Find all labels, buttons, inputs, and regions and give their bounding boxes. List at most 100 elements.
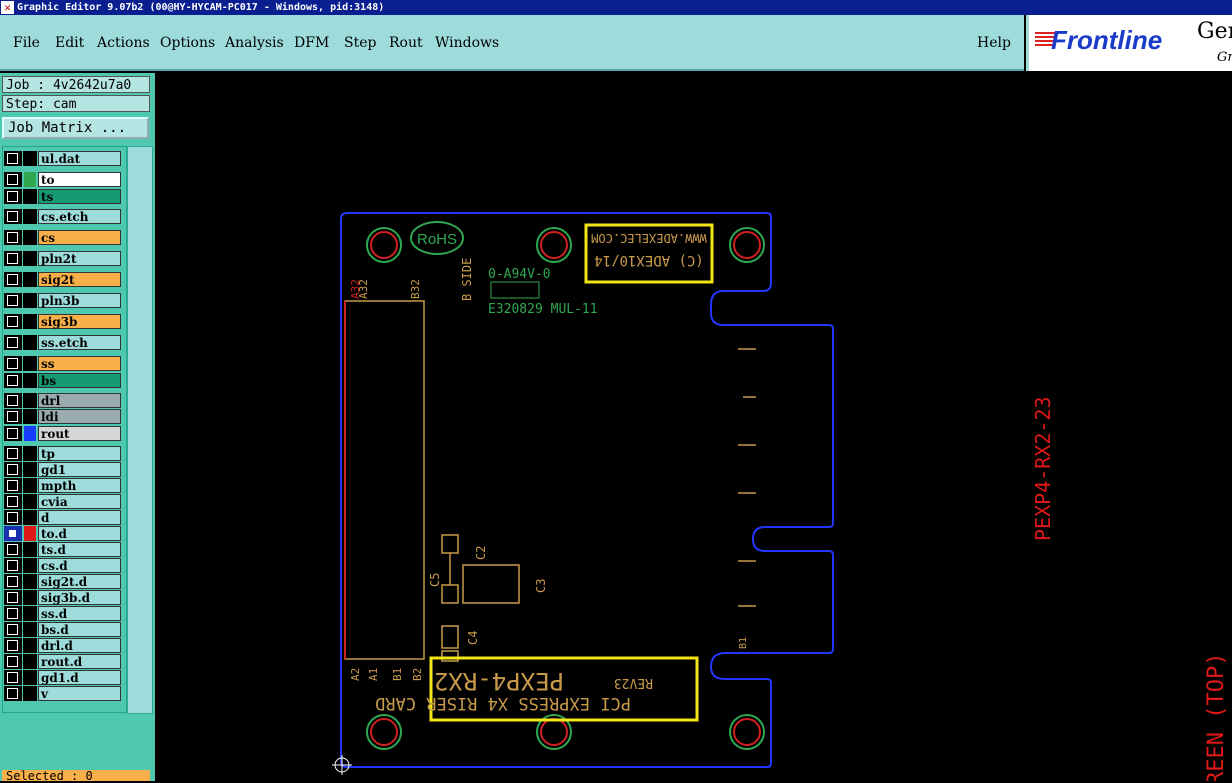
layer-checkbox[interactable] — [7, 608, 18, 619]
layer-color-swatch[interactable] — [24, 172, 36, 187]
layer-checkbox[interactable] — [7, 375, 18, 386]
layer-row[interactable]: drl — [4, 393, 121, 408]
layer-color-swatch[interactable] — [23, 373, 37, 388]
layer-name[interactable]: ss.etch — [38, 335, 121, 350]
layer-color-swatch[interactable] — [23, 590, 37, 605]
layer-row[interactable]: ss.etch — [4, 335, 121, 350]
layer-color-swatch[interactable] — [23, 293, 37, 308]
layer-name[interactable]: mpth — [38, 478, 121, 493]
layer-row[interactable]: rout.d — [4, 654, 121, 669]
layer-row[interactable]: cvia — [4, 494, 121, 509]
menu-help[interactable]: Help — [977, 35, 1011, 51]
layer-color-swatch[interactable] — [23, 622, 37, 637]
menu-actions[interactable]: Actions — [97, 35, 150, 51]
layer-row[interactable]: mpth — [4, 478, 121, 493]
graphic-canvas[interactable]: RoHS (C) ADEX10/14 WWW.ADEXELEC.COM B SI… — [155, 73, 1232, 781]
layer-row[interactable]: bs — [4, 373, 121, 388]
layer-color-swatch[interactable] — [23, 393, 37, 408]
layer-checkbox[interactable] — [7, 191, 18, 202]
layer-checkbox[interactable] — [7, 672, 18, 683]
layer-row[interactable]: ts — [4, 189, 121, 204]
layer-color-swatch[interactable] — [23, 462, 37, 477]
layer-name[interactable]: ss — [38, 356, 121, 371]
layer-row[interactable]: pln2t — [4, 251, 121, 266]
layer-checkbox[interactable] — [7, 624, 18, 635]
menu-rout[interactable]: Rout — [389, 35, 423, 51]
layer-row[interactable]: to.d — [4, 526, 121, 541]
menu-dfm[interactable]: DFM — [294, 35, 329, 51]
layer-checkbox[interactable] — [7, 480, 18, 491]
layer-name[interactable]: cvia — [38, 494, 121, 509]
layer-checkbox[interactable] — [7, 411, 18, 422]
layer-name[interactable]: pln3b — [38, 293, 121, 308]
layer-name[interactable]: cs.etch — [38, 209, 121, 224]
layer-color-swatch[interactable] — [23, 670, 37, 685]
layer-color-swatch[interactable] — [23, 151, 37, 166]
layer-color-swatch[interactable] — [23, 510, 37, 525]
layer-checkbox[interactable] — [7, 316, 18, 327]
layer-color-swatch[interactable] — [23, 314, 37, 329]
layer-checkbox[interactable] — [7, 464, 18, 475]
layer-row[interactable]: tp — [4, 446, 121, 461]
layer-color-swatch[interactable] — [23, 409, 37, 424]
layer-name[interactable]: bs.d — [38, 622, 121, 637]
menu-analysis[interactable]: Analysis — [225, 35, 284, 51]
layer-list-scrollbar[interactable] — [127, 146, 153, 714]
layer-checkbox[interactable] — [7, 211, 18, 222]
menu-edit[interactable]: Edit — [55, 35, 84, 51]
layer-row[interactable]: sig3b.d — [4, 590, 121, 605]
layer-color-swatch[interactable] — [24, 526, 36, 541]
board-view[interactable]: RoHS (C) ADEX10/14 WWW.ADEXELEC.COM B SI… — [155, 73, 1232, 781]
layer-checkbox[interactable] — [7, 358, 18, 369]
layer-row[interactable]: rout — [4, 426, 121, 441]
menu-step[interactable]: Step — [344, 35, 376, 51]
menu-options[interactable]: Options — [160, 35, 215, 51]
layer-color-swatch[interactable] — [23, 542, 37, 557]
layer-row[interactable]: cs — [4, 230, 121, 245]
layer-checkbox[interactable] — [7, 496, 18, 507]
layer-name[interactable]: pln2t — [38, 251, 121, 266]
layer-checkbox[interactable] — [7, 395, 18, 406]
layer-row[interactable]: sig3b — [4, 314, 121, 329]
layer-color-swatch[interactable] — [23, 606, 37, 621]
layer-row[interactable]: sig2t.d — [4, 574, 121, 589]
layer-color-swatch[interactable] — [23, 272, 37, 287]
layer-checkbox[interactable] — [7, 640, 18, 651]
layer-row[interactable]: v — [4, 686, 121, 701]
layer-name[interactable]: ul.dat — [38, 151, 121, 166]
layer-checkbox[interactable] — [7, 174, 18, 185]
layer-color-swatch[interactable] — [23, 251, 37, 266]
layer-name[interactable]: drl — [38, 393, 121, 408]
layer-row[interactable]: gd1 — [4, 462, 121, 477]
layer-name[interactable]: gd1.d — [38, 670, 121, 685]
layer-color-swatch[interactable] — [23, 494, 37, 509]
layer-name[interactable]: rout — [38, 426, 121, 441]
layer-name[interactable]: cs — [38, 230, 121, 245]
layer-name[interactable]: gd1 — [38, 462, 121, 477]
layer-checkbox[interactable] — [7, 656, 18, 667]
layer-name[interactable]: bs — [38, 373, 121, 388]
layer-name[interactable]: d — [38, 510, 121, 525]
layer-checkbox[interactable] — [7, 337, 18, 348]
layer-checkbox[interactable] — [7, 295, 18, 306]
layer-color-swatch[interactable] — [23, 638, 37, 653]
layer-row[interactable]: ts.d — [4, 542, 121, 557]
layer-name[interactable]: tp — [38, 446, 121, 461]
layer-checkbox[interactable] — [7, 274, 18, 285]
layer-name[interactable]: ss.d — [38, 606, 121, 621]
layer-name[interactable]: sig3b.d — [38, 590, 121, 605]
layer-name[interactable]: sig2t.d — [38, 574, 121, 589]
layer-name[interactable]: drl.d — [38, 638, 121, 653]
layer-color-swatch[interactable] — [23, 686, 37, 701]
layer-color-swatch[interactable] — [23, 446, 37, 461]
layer-row[interactable]: cs.etch — [4, 209, 121, 224]
layer-name[interactable]: sig2t — [38, 272, 121, 287]
layer-name[interactable]: sig3b — [38, 314, 121, 329]
layer-name[interactable]: ts.d — [38, 542, 121, 557]
layer-checkbox[interactable] — [7, 592, 18, 603]
layer-color-swatch[interactable] — [23, 654, 37, 669]
layer-checkbox[interactable] — [7, 560, 18, 571]
layer-checkbox[interactable] — [7, 544, 18, 555]
layer-color-swatch[interactable] — [23, 574, 37, 589]
layer-checkbox[interactable] — [7, 448, 18, 459]
